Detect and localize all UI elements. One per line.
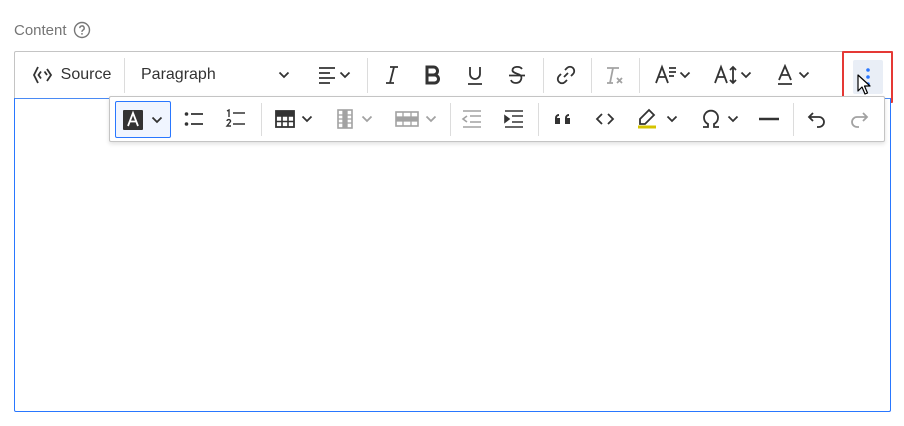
font-family-dropdown[interactable]	[647, 52, 699, 98]
content-field-label: Content	[14, 21, 91, 39]
source-button-label: Source	[60, 66, 112, 83]
table-row-dropdown[interactable]	[388, 97, 444, 141]
toolbar-separator	[538, 103, 539, 136]
omega-icon	[703, 109, 719, 128]
font-background-color-icon	[123, 109, 143, 130]
toolbar-separator	[450, 103, 451, 136]
chevron-down-icon	[339, 71, 351, 79]
remove-format-button[interactable]	[598, 52, 630, 98]
italic-button[interactable]	[376, 52, 408, 98]
outdent-button[interactable]	[455, 97, 489, 141]
redo-button[interactable]	[842, 97, 876, 141]
font-color-dropdown[interactable]	[767, 52, 819, 98]
bold-icon	[425, 65, 440, 85]
chevron-down-icon	[425, 115, 437, 123]
indent-icon	[504, 110, 523, 128]
content-label-text: Content	[14, 21, 67, 39]
undo-icon	[807, 112, 825, 128]
horizontal-line-icon	[759, 117, 779, 121]
numbered-list-icon	[225, 108, 245, 127]
font-family-icon	[655, 64, 676, 84]
block-quote-icon	[555, 114, 570, 124]
chevron-down-icon	[679, 71, 691, 79]
overflow-toolbar-panel	[109, 96, 885, 142]
toolbar-separator	[261, 103, 262, 136]
heading-dropdown[interactable]: Paragraph	[131, 52, 297, 98]
heading-dropdown-value: Paragraph	[141, 66, 216, 83]
source-button[interactable]: Source	[21, 52, 121, 98]
font-background-color-dropdown[interactable]	[115, 101, 171, 138]
toolbar-separator	[367, 58, 368, 93]
underline-icon	[468, 67, 482, 85]
chevron-down-icon	[727, 115, 739, 123]
numbered-list-button[interactable]	[219, 97, 253, 141]
chevron-down-icon	[740, 71, 752, 79]
chevron-down-icon	[151, 116, 163, 123]
toolbar-separator	[543, 58, 544, 93]
outdent-icon	[461, 110, 481, 128]
special-characters-dropdown[interactable]	[694, 97, 746, 141]
undo-button[interactable]	[800, 97, 834, 141]
font-size-dropdown[interactable]	[707, 52, 759, 98]
indent-button[interactable]	[497, 97, 531, 141]
bulleted-list-icon	[184, 112, 203, 126]
redo-icon	[851, 112, 869, 128]
italic-icon	[386, 66, 398, 84]
font-size-icon	[714, 64, 737, 85]
source-code-icon	[32, 66, 52, 84]
horizontal-line-button[interactable]	[752, 97, 786, 141]
align-left-icon	[319, 67, 335, 84]
block-quote-button[interactable]	[547, 97, 581, 141]
table-icon	[275, 110, 295, 128]
chevron-down-icon	[278, 71, 290, 79]
insert-table-dropdown[interactable]	[268, 97, 320, 141]
bulleted-list-button[interactable]	[177, 97, 211, 141]
bold-button[interactable]	[417, 52, 449, 98]
underline-button[interactable]	[459, 52, 491, 98]
chevron-down-icon	[666, 115, 678, 123]
editor-content-area[interactable]	[14, 98, 891, 412]
table-column-dropdown[interactable]	[328, 97, 380, 141]
table-row-icon	[395, 111, 419, 127]
alignment-dropdown[interactable]	[309, 52, 359, 98]
strikethrough-icon	[509, 65, 525, 84]
link-icon	[556, 65, 576, 85]
chevron-down-icon	[798, 71, 810, 79]
chevron-down-icon	[361, 115, 373, 123]
highlight-dropdown[interactable]	[630, 97, 684, 141]
mouse-pointer-icon	[857, 74, 871, 95]
table-column-icon	[337, 109, 353, 129]
font-color-icon	[778, 64, 792, 85]
toolbar-separator	[591, 58, 592, 93]
strikethrough-button[interactable]	[501, 52, 533, 98]
remove-format-icon	[607, 67, 623, 84]
code-icon	[595, 113, 615, 125]
toolbar-separator	[793, 103, 794, 136]
code-button[interactable]	[588, 97, 622, 141]
toolbar-separator	[639, 58, 640, 93]
editor-toolbar: Source Paragraph	[14, 51, 893, 103]
chevron-down-icon	[301, 115, 313, 123]
toolbar-separator	[124, 58, 125, 93]
question-circle-icon[interactable]	[73, 21, 91, 39]
highlighter-icon	[638, 108, 656, 129]
link-button[interactable]	[550, 52, 582, 98]
